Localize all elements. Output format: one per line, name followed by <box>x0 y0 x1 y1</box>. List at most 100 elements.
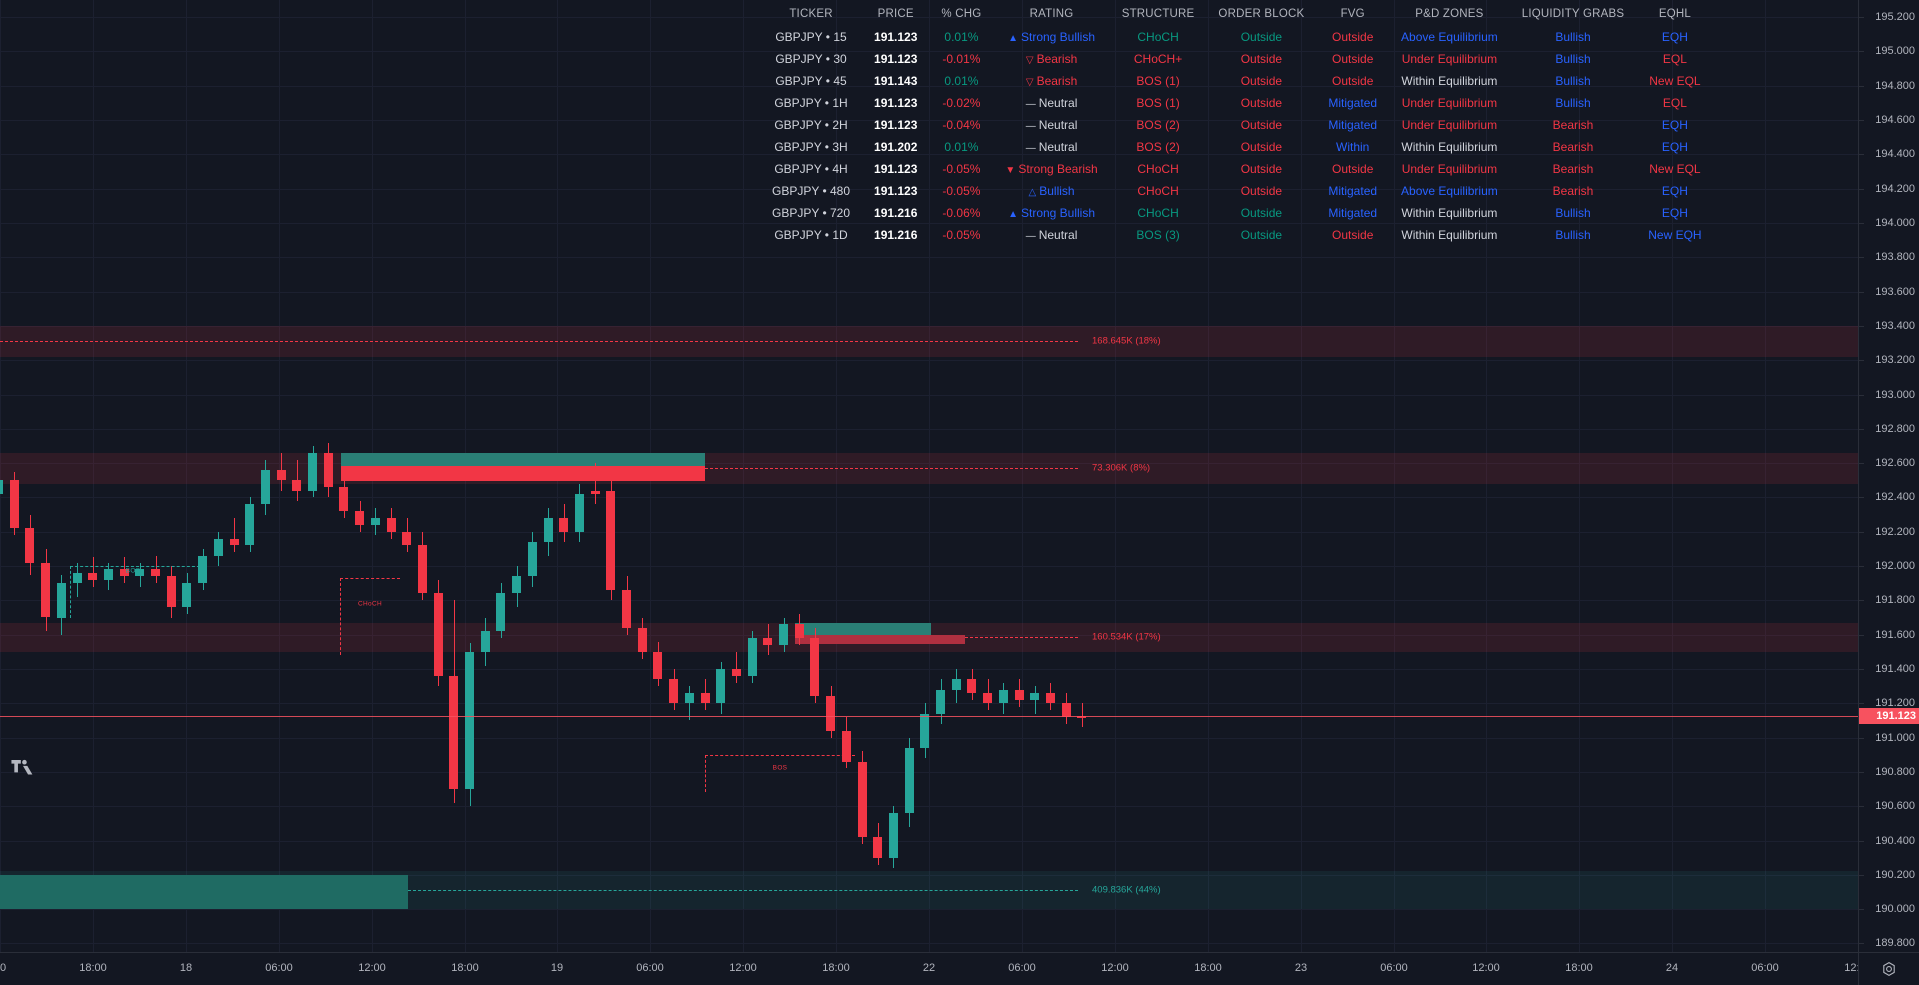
candle-body <box>951 679 961 690</box>
price-tick-label: 195.200 <box>1875 11 1915 24</box>
price-tick-label: 191.000 <box>1875 731 1915 744</box>
cell-pd-zone: Within Equilibrium <box>1401 206 1498 220</box>
cell-fvg: Outside <box>1332 30 1374 44</box>
structure-leg <box>705 754 706 793</box>
candle-body <box>0 480 3 494</box>
candle-body <box>339 487 349 512</box>
volume-zone-label: 168.645K (18%) <box>1092 335 1161 347</box>
price-tick-mark <box>1859 85 1864 87</box>
cell-percent-change: 0.01% <box>944 140 979 154</box>
cell-ticker: GBPJPY • 1H <box>774 96 848 110</box>
cell-structure: BOS (2) <box>1136 140 1180 154</box>
dashboard-row: GBPJPY • 30 191.123 -0.01% ▽ Bearish CHoCH+ Ou… <box>760 48 1714 70</box>
tradingview-logo-icon[interactable] <box>10 755 36 781</box>
price-tick-mark <box>1859 840 1864 842</box>
cell-rating: ▽ Bearish <box>1025 52 1078 66</box>
cell-fvg: Outside <box>1332 228 1374 242</box>
cell-fvg: Outside <box>1332 162 1374 176</box>
cell-eqhl: EQH <box>1661 206 1688 220</box>
cell-ticker: GBPJPY • 480 <box>772 184 851 198</box>
cell-percent-change: -0.05% <box>942 162 981 176</box>
price-tick-label: 190.000 <box>1875 903 1915 916</box>
price-tick-label: 191.400 <box>1875 662 1915 675</box>
cell-structure: CHoCH <box>1137 206 1179 220</box>
cell-pd-zone: Within Equilibrium <box>1401 228 1498 242</box>
price-tick-label: 194.400 <box>1875 148 1915 161</box>
cell-liquidity-grab: Bullish <box>1555 228 1591 242</box>
cell-percent-change: -0.04% <box>942 118 981 132</box>
cell-liquidity-grab: Bullish <box>1555 96 1591 110</box>
time-tick-label: 06:00 <box>1751 962 1779 974</box>
candle-body <box>559 518 569 532</box>
cell-rating: — Neutral <box>1025 228 1078 242</box>
structure-label: BOS <box>772 764 788 772</box>
candle-body <box>213 538 223 556</box>
price-tick-mark <box>1859 668 1864 670</box>
cell-order-block: Outside <box>1240 96 1283 110</box>
order-block-rect <box>341 465 705 482</box>
cell-order-block: Outside <box>1240 74 1283 88</box>
candle-body <box>888 813 898 858</box>
axis-settings-corner[interactable] <box>1858 952 1919 985</box>
volume-zone-line <box>408 890 1078 892</box>
candle-body <box>402 531 412 546</box>
cell-ticker: GBPJPY • 720 <box>772 206 851 220</box>
cell-order-block: Outside <box>1240 206 1283 220</box>
time-axis[interactable]: 00 18:00 18 06:00 12:00 18:00 19 06:00 12:00 18:0… <box>0 952 1872 985</box>
dashboard-header-ticker: TICKER <box>789 8 833 20</box>
price-tick-mark <box>1859 120 1864 122</box>
candle-body <box>794 624 804 639</box>
price-tick-label: 192.400 <box>1875 491 1915 504</box>
structure-line <box>705 754 855 756</box>
dashboard-header-chg: % CHG <box>941 8 982 20</box>
price-tick-label: 190.600 <box>1875 800 1915 813</box>
cell-structure: BOS (3) <box>1136 228 1180 242</box>
candle-body <box>904 747 914 814</box>
cell-price: 191.202 <box>874 140 918 154</box>
time-tick-label: 24 <box>1665 962 1679 974</box>
cell-eqhl: EQH <box>1661 184 1688 198</box>
rating-arrow-icon: ▽ <box>1025 77 1034 88</box>
price-axis[interactable]: 195.200 195.000 194.800 194.600 194.400 194.2… <box>1858 0 1919 952</box>
cell-price: 191.123 <box>874 118 918 132</box>
volume-zone-line <box>965 637 1078 639</box>
candle-body <box>669 679 679 704</box>
candle-body <box>920 713 930 748</box>
time-tick-label: 18:00 <box>822 962 850 974</box>
cell-structure: BOS (2) <box>1136 118 1180 132</box>
price-tick-mark <box>1859 531 1864 533</box>
time-tick-label: 06:00 <box>1380 962 1408 974</box>
volume-zone-label: 73.306K (8%) <box>1092 462 1151 474</box>
cell-percent-change: -0.06% <box>942 206 981 220</box>
cell-liquidity-grab: Bullish <box>1555 52 1591 66</box>
candle-body <box>417 545 427 594</box>
candle-wick <box>1081 703 1083 728</box>
dashboard-row: GBPJPY • 720 191.216 -0.06% ▲ Strong Bullish… <box>760 202 1714 224</box>
cell-ticker: GBPJPY • 1D <box>774 228 848 242</box>
cell-percent-change: 0.01% <box>944 74 979 88</box>
dashboard-row: GBPJPY • 15 191.123 0.01% ▲ Strong Bullish CH… <box>760 26 1714 48</box>
price-tick-label: 191.800 <box>1875 594 1915 607</box>
candle-body <box>873 837 883 858</box>
cell-liquidity-grab: Bullish <box>1555 30 1591 44</box>
candle-body <box>841 730 851 762</box>
rating-arrow-icon: — <box>1025 143 1036 154</box>
candle-body <box>967 679 977 693</box>
cell-order-block: Outside <box>1240 52 1283 66</box>
cell-price: 191.123 <box>874 96 918 110</box>
price-tick-label: 194.000 <box>1875 216 1915 229</box>
time-tick-label: 18:00 <box>1194 962 1222 974</box>
time-tick-label: 12:00 <box>1472 962 1500 974</box>
current-price-badge: 191.123 <box>1859 708 1919 725</box>
price-tick-mark <box>1859 874 1864 876</box>
crosshair-settings-icon[interactable] <box>1881 961 1897 977</box>
candle-body <box>637 627 647 652</box>
cell-eqhl: New EQL <box>1649 162 1701 176</box>
candle-body <box>543 518 553 543</box>
rating-arrow-icon: ▲ <box>1008 33 1018 44</box>
volume-zone-line <box>0 341 1078 343</box>
cell-pd-zone: Under Equilibrium <box>1401 52 1498 66</box>
price-tick-label: 193.200 <box>1875 354 1915 367</box>
candle-wick <box>736 651 738 683</box>
cell-ticker: GBPJPY • 45 <box>775 74 847 88</box>
